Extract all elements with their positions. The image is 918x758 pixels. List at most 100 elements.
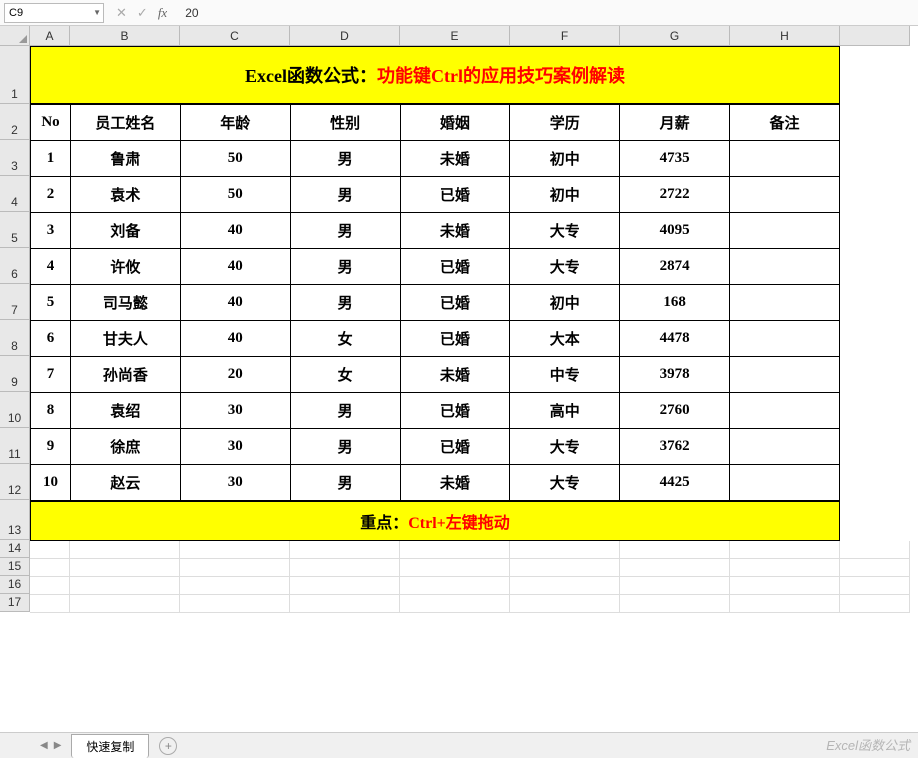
cell-edu[interactable]: 初中	[510, 141, 620, 177]
cell-salary[interactable]: 2760	[620, 393, 730, 429]
cell-no[interactable]: 4	[31, 249, 71, 285]
empty-cell[interactable]	[290, 541, 400, 559]
column-header-E[interactable]: E	[400, 26, 510, 46]
cell-age[interactable]: 30	[180, 429, 290, 465]
table-header-3[interactable]: 性别	[290, 105, 400, 141]
cell-no[interactable]: 2	[31, 177, 71, 213]
empty-cell[interactable]	[730, 541, 840, 559]
empty-cell[interactable]	[510, 595, 620, 613]
empty-cell[interactable]	[290, 577, 400, 595]
cell-name[interactable]: 许攸	[70, 249, 180, 285]
row-header-14[interactable]: 14	[0, 540, 30, 558]
empty-cell[interactable]	[400, 577, 510, 595]
row-header-11[interactable]: 11	[0, 428, 30, 464]
table-header-5[interactable]: 学历	[510, 105, 620, 141]
column-header-C[interactable]: C	[180, 26, 290, 46]
column-header-extra[interactable]	[840, 26, 910, 46]
empty-cell[interactable]	[180, 577, 290, 595]
table-header-2[interactable]: 年龄	[180, 105, 290, 141]
cell-age[interactable]: 50	[180, 177, 290, 213]
add-sheet-button[interactable]: +	[159, 737, 177, 755]
empty-cell[interactable]	[620, 577, 730, 595]
cell-name[interactable]: 徐庶	[70, 429, 180, 465]
cell-gender[interactable]: 男	[290, 393, 400, 429]
cell-salary[interactable]: 4478	[620, 321, 730, 357]
cell-name[interactable]: 刘备	[70, 213, 180, 249]
enter-icon[interactable]: ✓	[137, 5, 148, 21]
cell-age[interactable]: 40	[180, 285, 290, 321]
table-header-4[interactable]: 婚姻	[400, 105, 510, 141]
cell-no[interactable]: 5	[31, 285, 71, 321]
fx-icon[interactable]: fx	[158, 5, 167, 21]
column-header-H[interactable]: H	[730, 26, 840, 46]
row-header-8[interactable]: 8	[0, 320, 30, 356]
cell-note[interactable]	[730, 177, 840, 213]
row-header-3[interactable]: 3	[0, 140, 30, 176]
cell-note[interactable]	[730, 429, 840, 465]
table-header-0[interactable]: No	[31, 105, 71, 141]
row-header-7[interactable]: 7	[0, 284, 30, 320]
cell-marital[interactable]: 未婚	[400, 213, 510, 249]
nav-last-icon[interactable]: ▶	[54, 740, 62, 751]
row-header-12[interactable]: 12	[0, 464, 30, 500]
empty-cell[interactable]	[70, 559, 180, 577]
cell-note[interactable]	[730, 285, 840, 321]
cell-edu[interactable]: 大专	[510, 465, 620, 501]
row-header-16[interactable]: 16	[0, 576, 30, 594]
empty-cell[interactable]	[290, 559, 400, 577]
empty-cell[interactable]	[730, 595, 840, 613]
row-header-2[interactable]: 2	[0, 104, 30, 140]
cell-edu[interactable]: 大专	[510, 249, 620, 285]
row-header-9[interactable]: 9	[0, 356, 30, 392]
cell-salary[interactable]: 3762	[620, 429, 730, 465]
cell-gender[interactable]: 男	[290, 177, 400, 213]
column-header-F[interactable]: F	[510, 26, 620, 46]
cell-salary[interactable]: 2874	[620, 249, 730, 285]
empty-cell[interactable]	[180, 559, 290, 577]
cell-age[interactable]: 40	[180, 213, 290, 249]
cell-edu[interactable]: 大专	[510, 213, 620, 249]
row-header-17[interactable]: 17	[0, 594, 30, 612]
cell-salary[interactable]: 2722	[620, 177, 730, 213]
cell-name[interactable]: 袁术	[70, 177, 180, 213]
cancel-icon[interactable]: ✕	[116, 5, 127, 21]
column-header-D[interactable]: D	[290, 26, 400, 46]
cell-note[interactable]	[730, 393, 840, 429]
cell-gender[interactable]: 女	[290, 321, 400, 357]
empty-cell[interactable]	[30, 541, 70, 559]
cell-age[interactable]: 40	[180, 321, 290, 357]
cell-name[interactable]: 司马懿	[70, 285, 180, 321]
empty-cell[interactable]	[730, 559, 840, 577]
cell-no[interactable]: 8	[31, 393, 71, 429]
empty-cell[interactable]	[400, 541, 510, 559]
cell-marital[interactable]: 未婚	[400, 141, 510, 177]
empty-cell[interactable]	[510, 577, 620, 595]
table-header-7[interactable]: 备注	[730, 105, 840, 141]
empty-cell[interactable]	[620, 541, 730, 559]
cell-edu[interactable]: 中专	[510, 357, 620, 393]
cell-note[interactable]	[730, 141, 840, 177]
empty-cell[interactable]	[70, 541, 180, 559]
empty-cell[interactable]	[30, 559, 70, 577]
cell-name[interactable]: 甘夫人	[70, 321, 180, 357]
cell-no[interactable]: 6	[31, 321, 71, 357]
formula-input[interactable]	[179, 3, 914, 23]
cell-name[interactable]: 赵云	[70, 465, 180, 501]
row-header-5[interactable]: 5	[0, 212, 30, 248]
sheet-tab-active[interactable]: 快速复制	[71, 734, 149, 758]
empty-cell[interactable]	[510, 541, 620, 559]
cell-edu[interactable]: 高中	[510, 393, 620, 429]
cell-note[interactable]	[730, 321, 840, 357]
empty-cell[interactable]	[70, 577, 180, 595]
cell-age[interactable]: 30	[180, 393, 290, 429]
cell-note[interactable]	[730, 465, 840, 501]
row-header-4[interactable]: 4	[0, 176, 30, 212]
cell-salary[interactable]: 4095	[620, 213, 730, 249]
cell-age[interactable]: 50	[180, 141, 290, 177]
cells-area[interactable]: Excel函数公式： 功能键Ctrl的应用技巧案例解读 No员工姓名年龄性别婚姻…	[30, 46, 910, 613]
cell-edu[interactable]: 初中	[510, 177, 620, 213]
cell-edu[interactable]: 大专	[510, 429, 620, 465]
column-header-B[interactable]: B	[70, 26, 180, 46]
cell-age[interactable]: 40	[180, 249, 290, 285]
cell-salary[interactable]: 4425	[620, 465, 730, 501]
